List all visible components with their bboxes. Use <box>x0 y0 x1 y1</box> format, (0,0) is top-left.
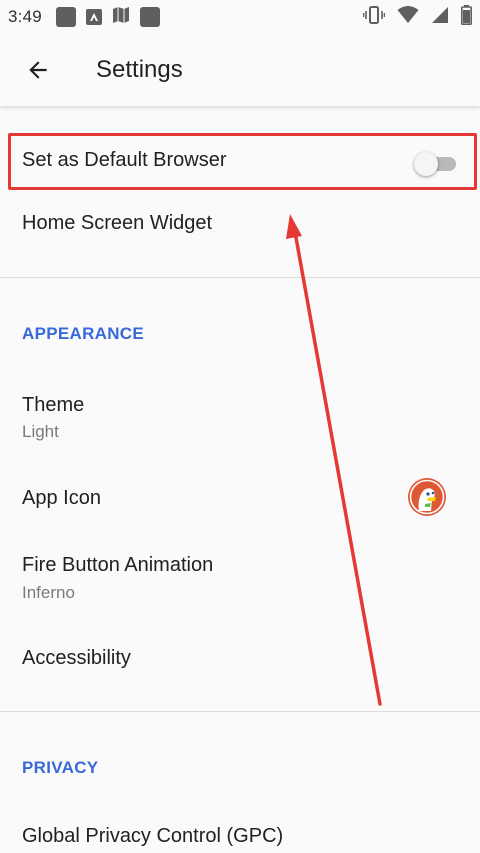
battery-icon <box>461 4 472 30</box>
app-icon-3 <box>139 7 160 27</box>
accessibility-label: Accessibility <box>22 647 131 669</box>
app-icon-1 <box>55 7 76 27</box>
signal-icon <box>431 6 449 29</box>
vibrate-icon <box>362 5 386 29</box>
theme-value: Light <box>22 422 59 441</box>
duckduckgo-logo-icon <box>408 478 446 516</box>
default-browser-toggle[interactable] <box>414 151 458 176</box>
theme-row[interactable]: Theme Light <box>0 380 480 450</box>
default-browser-label: Set as Default Browser <box>22 149 227 171</box>
fire-animation-row[interactable]: Fire Button Animation Inferno <box>0 544 480 614</box>
settings-screen: 3:49 Settings Set as Default Browser Hom… <box>0 0 480 853</box>
toggle-thumb <box>414 152 438 176</box>
home-widget-label: Home Screen Widget <box>22 212 213 234</box>
divider <box>0 711 480 712</box>
section-header-privacy: PRIVACY <box>22 758 99 777</box>
divider <box>0 277 480 278</box>
gpc-label: Global Privacy Control (GPC) <box>22 825 284 847</box>
back-button[interactable] <box>10 42 66 98</box>
page-title: Settings <box>96 56 183 83</box>
map-icon <box>112 6 130 29</box>
fire-animation-value: Inferno <box>22 583 75 602</box>
section-header-appearance: APPEARANCE <box>22 324 145 343</box>
arrow-left-icon <box>29 61 47 79</box>
accessibility-row[interactable]: Accessibility <box>0 630 480 688</box>
wifi-icon <box>397 5 419 29</box>
app-icon-2 <box>85 9 102 25</box>
gpc-row[interactable]: Global Privacy Control (GPC) <box>0 810 480 853</box>
app-bar: Settings <box>0 34 480 106</box>
status-time: 3:49 <box>8 7 42 26</box>
home-widget-row[interactable]: Home Screen Widget <box>0 196 480 256</box>
status-bar: 3:49 <box>0 0 480 34</box>
theme-label: Theme <box>22 394 85 416</box>
fire-animation-label: Fire Button Animation <box>22 554 214 576</box>
notification-icons <box>55 6 160 29</box>
app-icon-label: App Icon <box>22 487 101 509</box>
default-browser-row[interactable]: Set as Default Browser <box>0 133 480 190</box>
system-icons <box>362 4 472 30</box>
